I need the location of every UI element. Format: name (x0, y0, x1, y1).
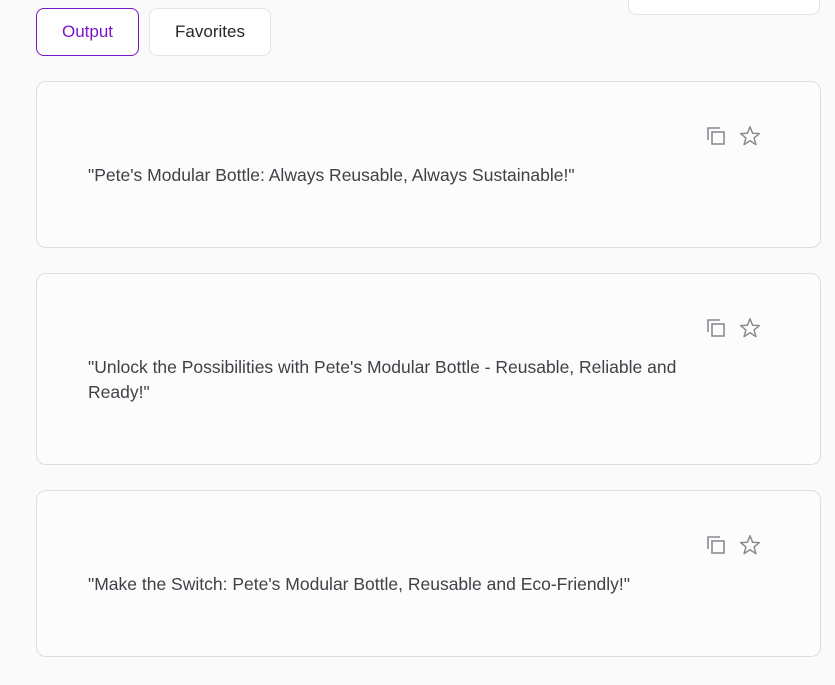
copy-button[interactable] (704, 124, 728, 148)
star-icon (739, 535, 761, 555)
result-text: "Unlock the Possibilities with Pete's Mo… (88, 357, 677, 402)
copy-icon (707, 536, 725, 554)
top-dropdown[interactable] (628, 0, 820, 15)
card-actions (704, 124, 762, 148)
favorite-button[interactable] (738, 124, 762, 148)
copy-icon (707, 127, 725, 145)
copy-button[interactable] (704, 533, 728, 557)
result-text: "Make the Switch: Pete's Modular Bottle,… (88, 574, 630, 594)
copy-button[interactable] (704, 316, 728, 340)
result-card: "Unlock the Possibilities with Pete's Mo… (36, 273, 821, 465)
output-tabs: Output Favorites (36, 8, 271, 56)
tab-favorites[interactable]: Favorites (149, 8, 271, 56)
tab-output[interactable]: Output (36, 8, 139, 56)
card-actions (704, 316, 762, 340)
result-text: "Pete's Modular Bottle: Always Reusable,… (88, 165, 575, 185)
star-icon (739, 318, 761, 338)
star-icon (739, 126, 761, 146)
result-card: "Make the Switch: Pete's Modular Bottle,… (36, 490, 821, 657)
result-card: "Pete's Modular Bottle: Always Reusable,… (36, 81, 821, 248)
copy-icon (707, 319, 725, 337)
favorite-button[interactable] (738, 533, 762, 557)
favorite-button[interactable] (738, 316, 762, 340)
card-actions (704, 533, 762, 557)
